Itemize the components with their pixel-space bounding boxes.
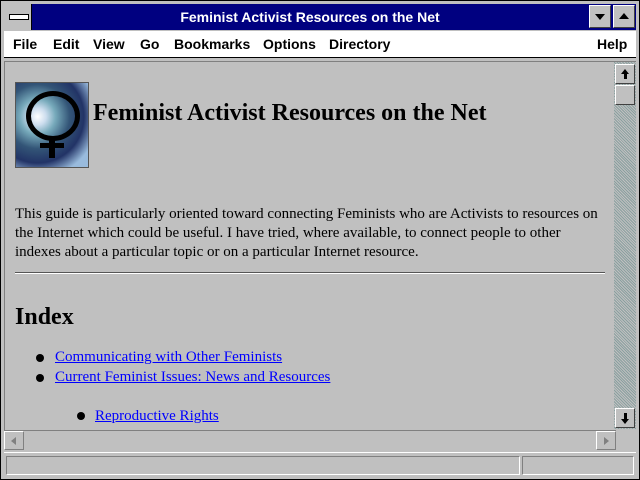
- scroll-up-button[interactable]: [615, 64, 635, 84]
- horizontal-scrollbar[interactable]: [4, 430, 616, 451]
- system-menu-icon: [9, 14, 29, 20]
- feminist-globe-logo: [15, 82, 89, 168]
- venus-ring: [26, 91, 80, 141]
- link-reproductive-rights[interactable]: Reproductive Rights: [95, 408, 219, 424]
- index-heading: Index: [15, 304, 74, 330]
- list-item: Current Feminist Issues: News and Resour…: [55, 369, 330, 386]
- status-text: [6, 456, 520, 475]
- minimize-icon: [595, 14, 605, 20]
- scroll-thumb[interactable]: [615, 85, 635, 105]
- menu-directory[interactable]: Directory: [329, 36, 390, 52]
- menu-options[interactable]: Options: [263, 36, 316, 52]
- maximize-button[interactable]: [613, 5, 635, 28]
- menu-edit[interactable]: Edit: [53, 36, 79, 52]
- menu-file[interactable]: File: [13, 36, 37, 52]
- menu-help[interactable]: Help: [597, 36, 627, 52]
- scroll-down-button[interactable]: [615, 408, 635, 428]
- arrow-down-icon: [621, 419, 629, 424]
- window-title: Feminist Activist Resources on the Net: [180, 9, 440, 25]
- list-item: Communicating with Other Feminists: [55, 349, 282, 366]
- minimize-button[interactable]: [589, 5, 611, 28]
- link-current-issues[interactable]: Current Feminist Issues: News and Resour…: [55, 369, 330, 385]
- bullet-icon: [36, 374, 44, 382]
- scroll-corner: [616, 430, 636, 450]
- link-communicating[interactable]: Communicating with Other Feminists: [55, 349, 282, 365]
- bullet-icon: [77, 412, 85, 420]
- venus-cross: [40, 143, 64, 148]
- horizontal-rule: [15, 272, 605, 274]
- bullet-icon: [36, 354, 44, 362]
- menu-view[interactable]: View: [93, 36, 125, 52]
- page-title: Feminist Activist Resources on the Net: [93, 100, 487, 126]
- title-bar: Feminist Activist Resources on the Net: [4, 4, 636, 30]
- arrow-right-icon: [604, 437, 609, 445]
- arrow-up-icon-stem: [624, 74, 627, 79]
- progress-indicator: [522, 456, 634, 475]
- maximize-icon: [619, 13, 629, 19]
- status-bar: [4, 452, 636, 477]
- scroll-left-button[interactable]: [4, 431, 24, 450]
- vertical-scrollbar[interactable]: [614, 62, 636, 429]
- system-menu-button[interactable]: [4, 4, 32, 30]
- menu-bar: File Edit View Go Bookmarks Options Dire…: [4, 31, 636, 58]
- arrow-left-icon: [11, 437, 16, 445]
- menu-bookmarks[interactable]: Bookmarks: [174, 36, 250, 52]
- menu-go[interactable]: Go: [140, 36, 159, 52]
- intro-paragraph: This guide is particularly oriented towa…: [15, 206, 598, 260]
- page-content: Feminist Activist Resources on the Net T…: [5, 62, 614, 429]
- list-item: Reproductive Rights: [95, 408, 219, 425]
- scroll-right-button[interactable]: [596, 431, 616, 450]
